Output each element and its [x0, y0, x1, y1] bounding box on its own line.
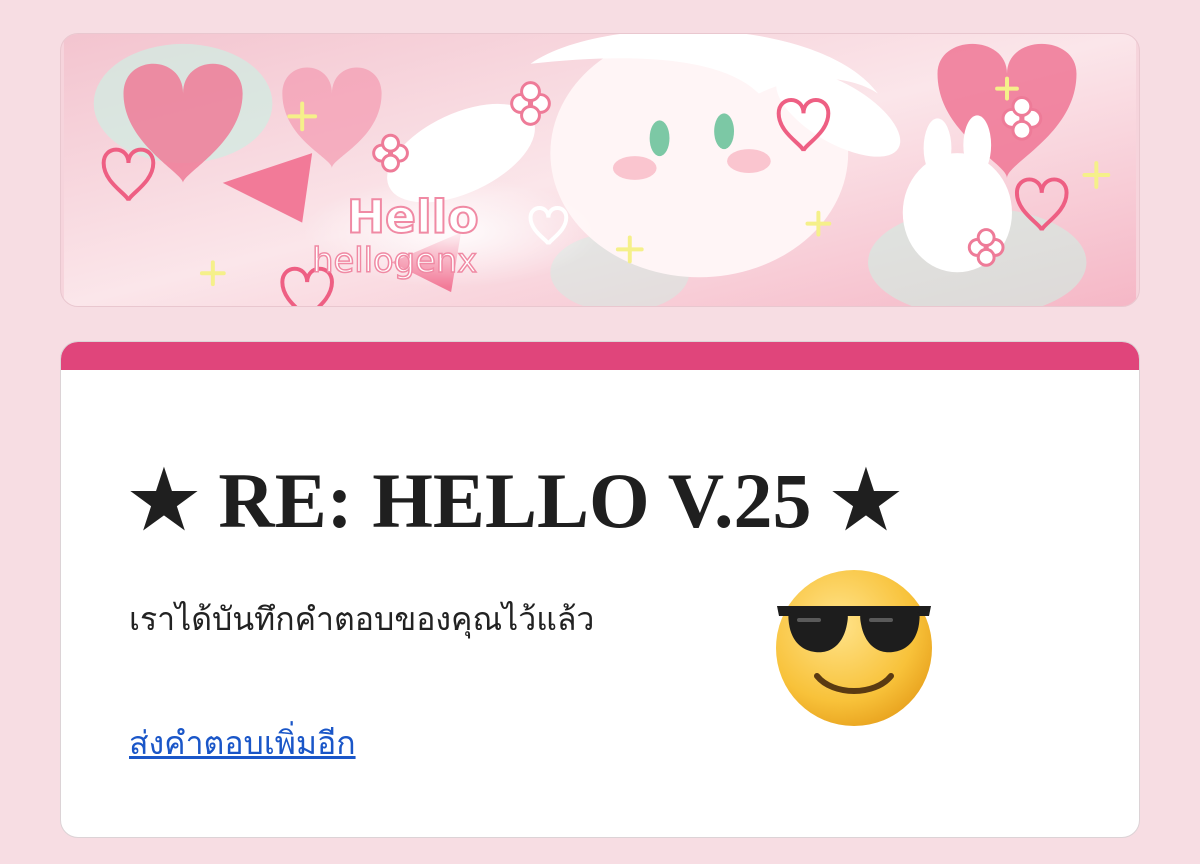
banner-illustration: Hello hellogenx: [63, 34, 1137, 306]
form-confirmation-page: Hello hellogenx ★ RE: HELLO V.25 ★ เราได…: [0, 0, 1200, 864]
form-title: ★ RE: HELLO V.25 ★: [129, 457, 901, 544]
submit-another-response-link[interactable]: ส่งคำตอบเพิ่มอีก: [129, 724, 356, 762]
banner-logo-line2: hellogenx: [312, 241, 477, 280]
banner-logo-line1: Hello: [347, 191, 479, 244]
card-accent-bar: [61, 342, 1139, 370]
header-banner-image: Hello hellogenx: [60, 33, 1140, 307]
confirmation-card: ★ RE: HELLO V.25 ★ เราได้บันทึกคำตอบของค…: [60, 341, 1140, 838]
confirmation-message: เราได้บันทึกคำตอบของคุณไว้แล้ว: [129, 600, 595, 638]
sunglasses-emoji-icon: [769, 564, 939, 728]
